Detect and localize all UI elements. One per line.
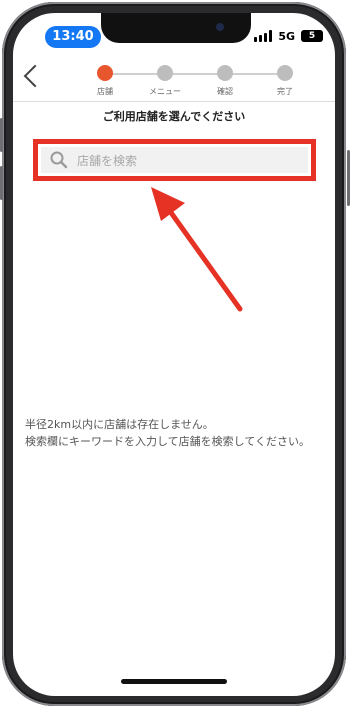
home-indicator [121, 679, 227, 684]
step-menu-dot [157, 65, 173, 81]
step-store-label: 店舗 [97, 87, 113, 96]
step-complete: 完了 [265, 65, 305, 97]
step-store: 店舗 [85, 65, 125, 97]
step-confirm: 確認 [205, 65, 245, 97]
network-type-icon: 5G [278, 29, 295, 43]
step-store-dot [97, 65, 113, 81]
step-complete-label: 完了 [277, 87, 293, 96]
side-button-left [0, 118, 3, 152]
message-line-1: 半径2km以内に店舗は存在しません。 [25, 418, 214, 431]
cellular-signal-icon [254, 30, 273, 42]
step-menu: メニュー [145, 65, 185, 97]
header-divider [13, 101, 335, 102]
status-time: 13:40 [45, 26, 101, 48]
search-icon [50, 151, 68, 169]
step-confirm-label: 確認 [217, 87, 233, 96]
progress-stepper: 店舗 メニュー 確認 完了 [93, 65, 313, 105]
no-stores-message: 半径2km以内に店舗は存在しません。 検索欄にキーワードを入力して店舗を検索して… [25, 416, 325, 450]
battery-icon: 5 [301, 30, 323, 42]
step-complete-dot [277, 65, 293, 81]
step-confirm-dot [217, 65, 233, 81]
search-highlight-box: 店舗を検索 [33, 139, 316, 181]
search-placeholder: 店舗を検索 [77, 153, 138, 168]
step-menu-label: メニュー [149, 87, 181, 96]
stepper-line [105, 73, 279, 75]
front-camera [216, 23, 224, 31]
notch [101, 13, 251, 43]
message-line-2: 検索欄にキーワードを入力して店舗を検索してください。 [25, 435, 311, 448]
side-button-left-2 [0, 166, 3, 200]
back-chevron-icon[interactable] [23, 64, 47, 88]
screen: 13:40 5G 5 店舗 メニュー 確認 完了 ご利用店舗を選んでください 店… [13, 13, 335, 696]
annotation-arrow [151, 187, 243, 312]
status-icons: 5G 5 [254, 28, 323, 44]
page-title: ご利用店舗を選んでください [102, 110, 246, 123]
search-input[interactable]: 店舗を検索 [41, 147, 308, 173]
